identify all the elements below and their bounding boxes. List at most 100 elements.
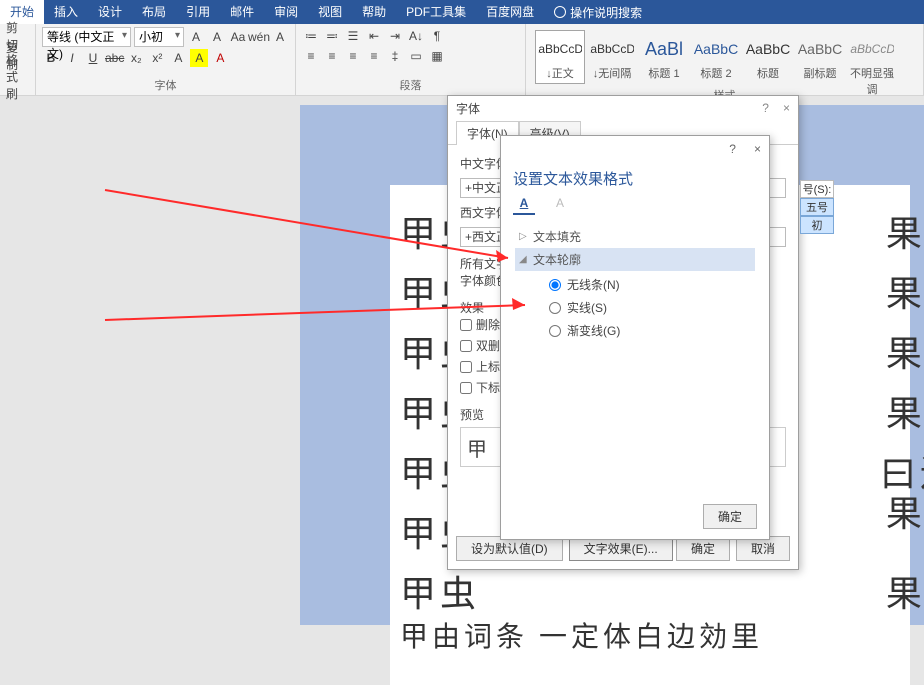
help-icon[interactable]: ? (762, 101, 769, 115)
ribbon: 剪切 复制 格式刷 等线 (中文正文) 小初 A A Aa wén A B I … (0, 24, 924, 96)
shrink-font-button[interactable]: A (208, 28, 226, 46)
size-opt[interactable]: 五号 (800, 198, 834, 216)
tab-mailings[interactable]: 邮件 (220, 0, 264, 24)
size-opt[interactable]: 初 (800, 216, 834, 234)
tell-me[interactable]: 操作说明搜索 (554, 4, 642, 21)
ribbon-tab-bar: 开始 插入 设计 布局 引用 邮件 审阅 视图 帮助 PDF工具集 百度网盘 操… (0, 0, 924, 24)
borders-button[interactable]: ▦ (428, 47, 446, 65)
close-icon[interactable]: × (754, 142, 761, 156)
styles-gallery[interactable]: AaBbCcDd↓正文 AaBbCcDd↓无间隔 AaBl标题 1 AaBbC标… (532, 27, 917, 87)
doc-line: 甲虫 (400, 565, 480, 617)
tab-baidu-disk[interactable]: 百度网盘 (476, 0, 544, 24)
indent-inc-button[interactable]: ⇥ (386, 27, 404, 45)
tab-layout[interactable]: 布局 (132, 0, 176, 24)
phonetic-guide-button[interactable]: wén (250, 28, 268, 46)
style-sample: AaBl (642, 33, 686, 65)
doc-line-end: 果↩ (886, 265, 924, 317)
radio-gradient-line[interactable]: 渐变线(G) (549, 319, 755, 342)
ok-button[interactable]: 确定 (703, 504, 757, 529)
grow-font-button[interactable]: A (187, 28, 205, 46)
effect-dialog-titlebar[interactable]: ? × (501, 136, 769, 162)
tab-insert[interactable]: 插入 (44, 0, 88, 24)
tree-text-outline[interactable]: ◢文本轮廓 (515, 248, 755, 271)
strike-button[interactable]: abc (105, 49, 124, 67)
multilevel-button[interactable]: ☰ (344, 27, 362, 45)
subscript-button[interactable]: x₂ (127, 49, 145, 67)
radio-label: 实线(S) (567, 299, 607, 316)
style-name: 副标题 (798, 65, 842, 81)
letter-a-icon: A (520, 196, 529, 210)
style-sample: AaBbC (746, 33, 790, 65)
bulb-icon (554, 6, 566, 18)
format-painter-button[interactable]: 格式刷 (6, 67, 29, 85)
tab-review[interactable]: 审阅 (264, 0, 308, 24)
tab-references[interactable]: 引用 (176, 0, 220, 24)
text-effect-button[interactable]: A (169, 49, 187, 67)
style-sample: AaBbC (694, 33, 738, 65)
style-name: 标题 2 (694, 65, 738, 81)
clear-format-button[interactable]: A (271, 28, 289, 46)
tree-label: 文本填充 (533, 228, 581, 245)
superscript-button[interactable]: x² (148, 49, 166, 67)
justify-button[interactable]: ≡ (365, 47, 383, 65)
group-paragraph-label: 段落 (302, 77, 519, 93)
font-dialog-titlebar[interactable]: 字体 ? × (448, 96, 798, 120)
tab-pdf-tools[interactable]: PDF工具集 (396, 0, 476, 24)
tab-view[interactable]: 视图 (308, 0, 352, 24)
font-family-select[interactable]: 等线 (中文正文) (42, 27, 131, 47)
numbering-button[interactable]: ≕ (323, 27, 341, 45)
underline-button[interactable]: U (84, 49, 102, 67)
group-styles: AaBbCcDd↓正文 AaBbCcDd↓无间隔 AaBl标题 1 AaBbC标… (526, 24, 924, 95)
doc-line: 甲由词条 一定体白边効里 (400, 615, 763, 655)
indent-dec-button[interactable]: ⇤ (365, 27, 383, 45)
style-subtitle[interactable]: AaBbC副标题 (795, 30, 845, 84)
radio-solid-line[interactable]: 实线(S) (549, 296, 755, 319)
text-effects-icon[interactable]: A (549, 193, 571, 215)
style-name: 标题 1 (642, 65, 686, 81)
style-name: 标题 (746, 65, 790, 81)
change-case-button[interactable]: Aa (229, 28, 247, 46)
tab-help[interactable]: 帮助 (352, 0, 396, 24)
text-fill-outline-icon[interactable]: A (513, 193, 535, 215)
help-icon[interactable]: ? (729, 142, 736, 156)
tree-text-fill[interactable]: ▷ 文本填充 (515, 225, 755, 248)
style-heading2[interactable]: AaBbC标题 2 (691, 30, 741, 84)
size-combo-overflow: 号(S): 五号 初 (800, 180, 834, 234)
radio-label: 渐变线(G) (567, 322, 620, 339)
style-normal[interactable]: AaBbCcDd↓正文 (535, 30, 585, 84)
group-paragraph: ≔ ≕ ☰ ⇤ ⇥ A↓ ¶ ≡ ≡ ≡ ≡ ‡ ▭ ▦ 段落 (296, 24, 526, 95)
show-marks-button[interactable]: ¶ (428, 27, 446, 45)
size-opt[interactable]: 号(S): (800, 180, 834, 198)
style-sample: AaBbCcDd (538, 33, 582, 65)
font-dialog-title: 字体 (456, 100, 480, 117)
font-color-button[interactable]: A (211, 49, 229, 67)
doc-line-end: 果↩ (886, 565, 924, 617)
group-clipboard: 剪切 复制 格式刷 (0, 24, 36, 95)
align-right-button[interactable]: ≡ (344, 47, 362, 65)
style-heading1[interactable]: AaBl标题 1 (639, 30, 689, 84)
radio-label: 无线条(N) (567, 276, 620, 293)
style-sample: AaBbC (798, 33, 842, 65)
line-spacing-button[interactable]: ‡ (386, 47, 404, 65)
radio-no-line[interactable]: 无线条(N) (549, 273, 755, 296)
style-subtle-emphasis[interactable]: AaBbCcDd不明显强调 (847, 30, 897, 84)
font-size-select[interactable]: 小初 (134, 27, 184, 47)
chevron-right-icon: ▷ (519, 231, 527, 242)
style-sample: AaBbCcDd (850, 33, 894, 65)
doc-line-end: 果↩ (886, 385, 924, 437)
bullets-button[interactable]: ≔ (302, 27, 320, 45)
text-effect-dialog: ? × 设置文本效果格式 A A ▷文本填充 ◢文本轮廓 无线条(N) 实线(S… (500, 135, 770, 540)
tab-design[interactable]: 设计 (88, 0, 132, 24)
style-nospacing[interactable]: AaBbCcDd↓无间隔 (587, 30, 637, 84)
close-icon[interactable]: × (783, 101, 790, 115)
align-left-button[interactable]: ≡ (302, 47, 320, 65)
highlight-button[interactable]: A (190, 49, 208, 67)
sort-button[interactable]: A↓ (407, 27, 425, 45)
style-sample: AaBbCcDd (590, 33, 634, 65)
italic-button[interactable]: I (63, 49, 81, 67)
align-center-button[interactable]: ≡ (323, 47, 341, 65)
group-font: 等线 (中文正文) 小初 A A Aa wén A B I U abc x₂ x… (36, 24, 296, 95)
shading-button[interactable]: ▭ (407, 47, 425, 65)
group-font-label: 字体 (42, 77, 289, 93)
style-title[interactable]: AaBbC标题 (743, 30, 793, 84)
